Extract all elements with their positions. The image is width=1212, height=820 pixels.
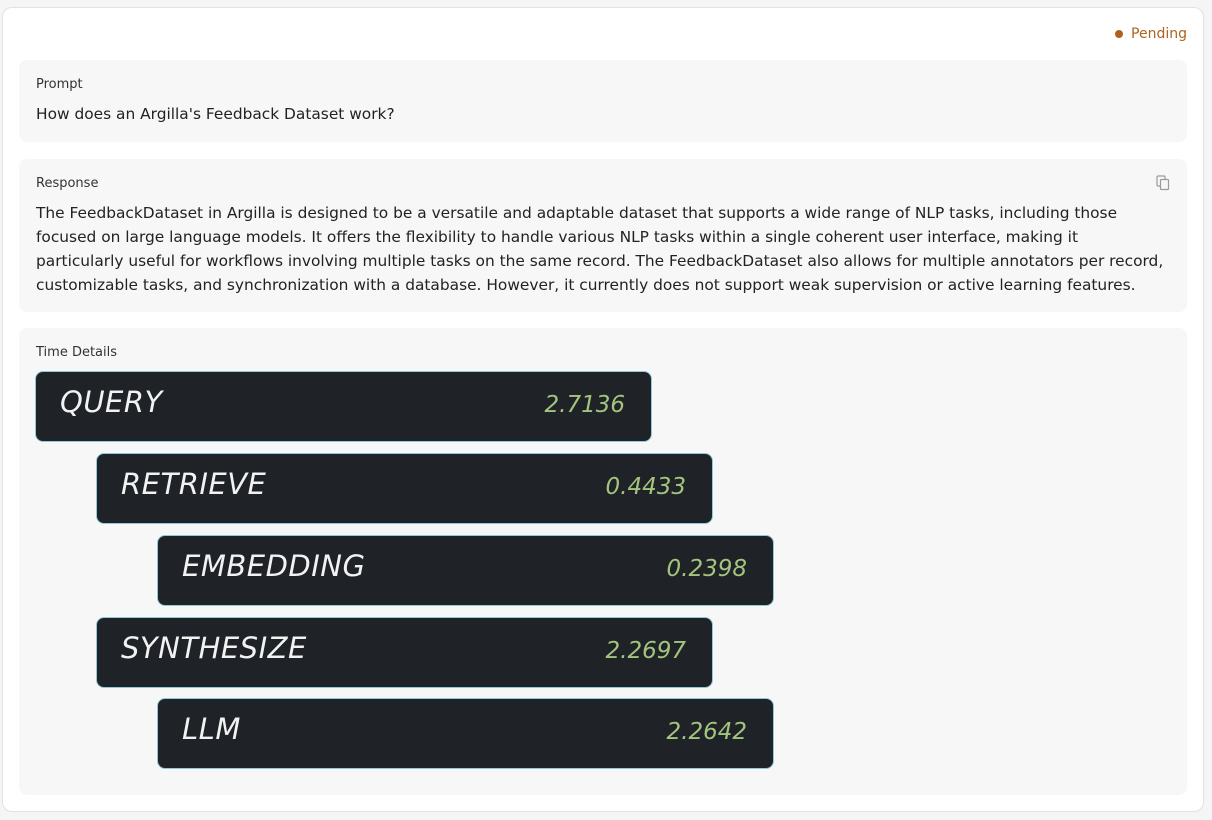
response-label: Response [36, 176, 99, 191]
step-name: SYNTHESIZE [121, 631, 307, 665]
response-panel: Response The FeedbackDataset in Argilla … [19, 159, 1187, 312]
response-text: The FeedbackDataset in Argilla is design… [36, 204, 1164, 294]
time-details-panel: Time Details QUERY 2.7136 RETRIEVE 0.443… [19, 328, 1187, 795]
time-details-label: Time Details [36, 345, 118, 360]
status-label: Pending [1131, 26, 1187, 42]
status-badge: Pending [1115, 26, 1187, 42]
status-dot-icon [1115, 30, 1124, 38]
step-embedding: EMBEDDING 0.2398 [157, 535, 774, 606]
step-llm: LLM 2.2642 [157, 698, 774, 769]
step-value: 2.7136 [544, 392, 625, 418]
step-name: RETRIEVE [121, 467, 267, 501]
step-name: LLM [182, 712, 241, 746]
step-query: QUERY 2.7136 [35, 371, 652, 442]
step-name: EMBEDDING [182, 549, 366, 583]
record-card: Pending Prompt How does an Argilla's Fee… [2, 7, 1204, 812]
prompt-panel: Prompt How does an Argilla's Feedback Da… [19, 60, 1187, 142]
copy-icon[interactable] [1156, 175, 1170, 191]
step-value: 0.4433 [605, 474, 686, 500]
step-name: QUERY [60, 385, 163, 419]
step-value: 2.2642 [666, 719, 747, 745]
step-value: 2.2697 [605, 638, 686, 664]
step-value: 0.2398 [666, 556, 747, 582]
prompt-label: Prompt [36, 77, 83, 92]
prompt-text: How does an Argilla's Feedback Dataset w… [36, 105, 395, 123]
step-synthesize: SYNTHESIZE 2.2697 [96, 617, 713, 688]
step-retrieve: RETRIEVE 0.4433 [96, 453, 713, 524]
